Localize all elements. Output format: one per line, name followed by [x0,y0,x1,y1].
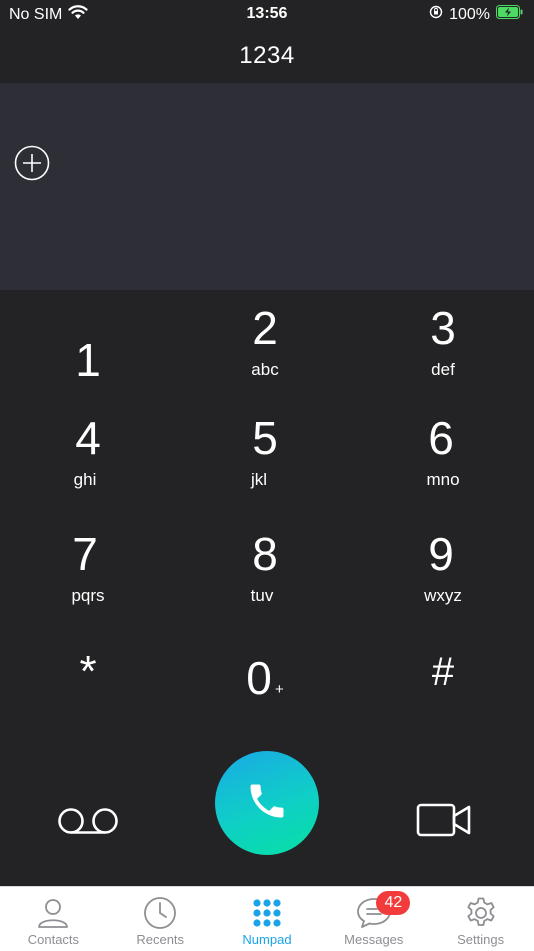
gear-icon [464,895,498,931]
plus-circle-icon [14,145,50,185]
key-digit: # [431,650,455,694]
dialed-number: 1234 [239,41,295,69]
key-digit: 2 [252,302,278,354]
key-digit: 4 [75,412,101,464]
video-call-button[interactable] [416,802,472,838]
key-1[interactable]: 1 [18,312,158,412]
key-digit: 0 [246,652,272,704]
key-8[interactable]: 8 tuv [195,528,335,628]
key-hash[interactable]: # [373,640,513,740]
key-letters: abc [251,360,279,379]
video-camera-icon [416,803,472,842]
tab-label: Numpad [242,932,292,947]
contact-suggestion-area [0,83,534,290]
key-letters: mno [426,470,460,489]
call-actions [0,750,534,886]
key-letters: wxyz [424,586,462,605]
key-7[interactable]: 7 pqrs [18,528,158,628]
clock-icon [143,895,177,931]
tab-label: Recents [136,932,185,947]
key-digit: 5 [252,412,278,464]
tab-recents[interactable]: Recents [107,887,214,951]
unread-badge: 42 [376,891,411,915]
key-digit: 8 [252,528,278,580]
tab-settings[interactable]: Settings [427,887,534,951]
key-9[interactable]: 9 wxyz [373,528,513,628]
tab-bar: Contacts Recents Numpad Messages 42 Sett… [0,886,534,951]
key-plus-label: + [275,681,284,698]
battery-percent: 100% [449,5,490,23]
orientation-lock-icon [429,5,443,24]
numpad-icon [251,895,283,931]
call-button[interactable] [215,751,319,855]
key-digit: 1 [75,334,101,386]
tab-contacts[interactable]: Contacts [0,887,107,951]
voicemail-icon [56,808,120,840]
numpad: 1 2 abc 3 def 4 ghi 5 jkl 6 mno 7 pqrs 8… [0,290,534,750]
key-digit: * [79,647,97,696]
key-letters: def [431,360,455,379]
key-3[interactable]: 3 def [373,302,513,402]
key-digit: 6 [428,412,454,464]
key-4[interactable]: 4 ghi [18,412,158,512]
person-icon [36,895,70,931]
voicemail-button[interactable] [56,802,120,836]
battery-charging-icon [496,5,524,24]
key-digit: 3 [430,302,456,354]
tab-messages[interactable]: Messages 42 [320,887,427,951]
key-digit: 9 [428,528,454,580]
key-letters: ghi [73,470,97,489]
key-letters: jkl [250,470,268,489]
key-2[interactable]: 2 abc [195,302,335,402]
key-star[interactable]: * [18,640,158,740]
key-letters: tuv [250,586,274,605]
tab-label: Settings [457,932,505,947]
phone-icon [245,779,289,828]
key-letters: pqrs [71,586,105,605]
status-bar: No SIM 13:56 100% [0,0,534,28]
key-0[interactable]: 0 + [195,640,335,740]
key-5[interactable]: 5 jkl [195,412,335,512]
tab-label: Contacts [27,932,80,947]
tab-label: Messages [344,932,404,947]
tab-numpad[interactable]: Numpad [214,887,321,951]
status-right-group: 100% [429,5,524,24]
key-6[interactable]: 6 mno [373,412,513,512]
key-digit: 7 [72,528,98,580]
add-contact-button[interactable] [14,145,50,181]
